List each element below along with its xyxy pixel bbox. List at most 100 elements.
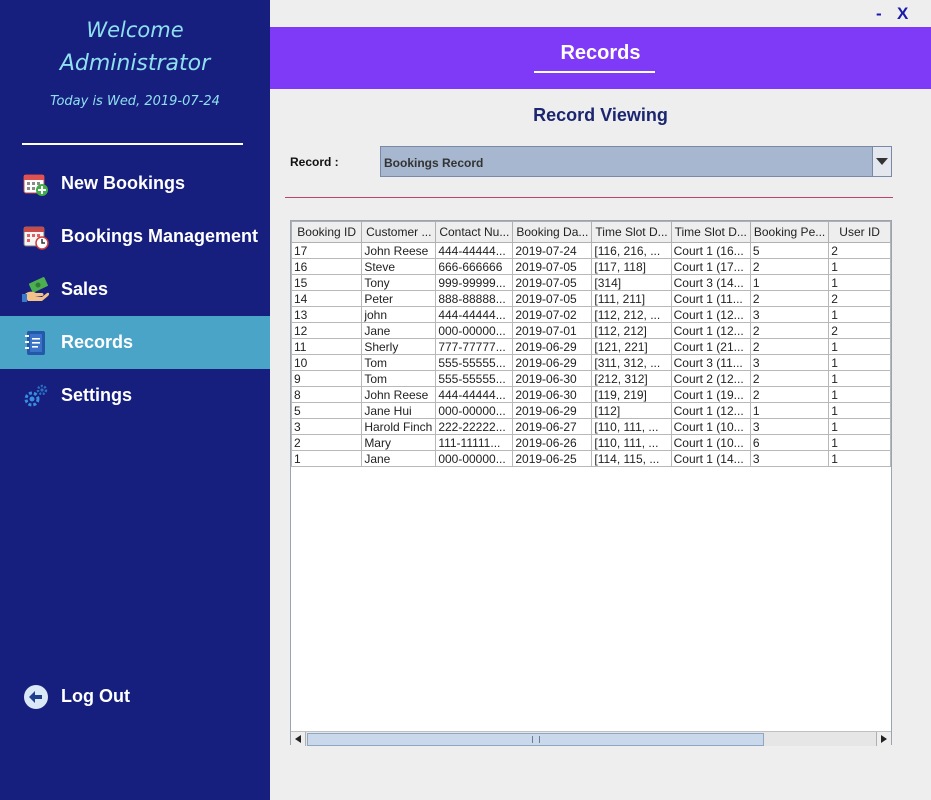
sidebar-item-records[interactable]: Records xyxy=(0,316,270,369)
table-cell: 444-44444... xyxy=(435,242,514,259)
sidebar-item-label: Settings xyxy=(61,385,133,405)
table-cell: 444-44444... xyxy=(435,386,514,403)
column-header[interactable]: Booking Da... xyxy=(512,221,593,243)
record-select[interactable]: Bookings Record xyxy=(380,146,892,177)
table-cell: Court 1 (19... xyxy=(670,386,751,403)
table-cell: 222-22222... xyxy=(435,418,514,435)
column-header[interactable]: Customer ... xyxy=(361,221,437,243)
table-cell: 1 xyxy=(828,450,891,467)
sidebar-item-settings[interactable]: Settings xyxy=(0,369,270,422)
table-cell: Harold Finch xyxy=(361,418,437,435)
column-header[interactable]: Time Slot D... xyxy=(591,221,672,243)
calendar-add-icon xyxy=(22,170,50,198)
column-header[interactable]: Booking Pe... xyxy=(749,221,830,243)
table-cell: [112, 212, ... xyxy=(591,306,672,323)
sidebar-item-new-bookings[interactable]: New Bookings xyxy=(0,157,270,210)
gears-icon xyxy=(22,382,50,410)
table-cell: 2019-06-29 xyxy=(512,338,593,355)
table-cell: 1 xyxy=(749,402,830,419)
scrollbar-grip xyxy=(532,736,540,743)
column-header[interactable]: Contact Nu... xyxy=(435,221,514,243)
table-row[interactable]: 1 Jane 000-00000... 2019-06-25 [114, 115, ..… xyxy=(291,450,891,467)
page-title: Records xyxy=(560,42,641,64)
table-cell: 3 xyxy=(749,354,830,371)
table-cell: Steve xyxy=(361,258,437,275)
horizontal-scrollbar[interactable] xyxy=(291,731,891,746)
table-cell: 2 xyxy=(749,386,830,403)
table-cell: 2019-06-25 xyxy=(512,450,593,467)
minimize-button[interactable]: - xyxy=(876,4,882,24)
table-cell: [112, 212] xyxy=(591,322,672,339)
table-cell: Jane xyxy=(361,450,437,467)
chevron-down-icon[interactable] xyxy=(872,147,891,176)
table-cell: Mary xyxy=(361,434,437,451)
table-cell: 8 xyxy=(291,386,363,403)
records-table[interactable]: Booking ID Customer ... Contact Nu... Booki… xyxy=(290,220,892,745)
table-cell: 2 xyxy=(749,338,830,355)
table-cell: 3 xyxy=(749,418,830,435)
window-title-bar xyxy=(270,0,931,27)
date-text: Today is Wed, 2019-07-24 xyxy=(50,94,220,109)
table-cell: [117, 118] xyxy=(591,258,672,275)
table-cell: 1 xyxy=(828,258,891,275)
table-row[interactable]: 12 Jane 000-00000... 2019-07-01 [112, 212] Co… xyxy=(291,322,891,339)
table-cell: 1 xyxy=(828,434,891,451)
column-header[interactable]: Time Slot D... xyxy=(670,221,751,243)
table-cell: 1 xyxy=(828,274,891,291)
table-row[interactable]: 2 Mary 111-11111... 2019-06-26 [110, 111, ..… xyxy=(291,434,891,451)
table-cell: Court 3 (14... xyxy=(670,274,751,291)
table-cell: Jane Hui xyxy=(361,402,437,419)
table-cell: 1 xyxy=(828,402,891,419)
table-row[interactable]: 9 Tom 555-55555... 2019-06-30 [212, 312] Cour… xyxy=(291,370,891,387)
table-cell: Court 1 (11... xyxy=(670,290,751,307)
table-cell: [110, 111, ... xyxy=(591,418,672,435)
table-cell: 2019-06-30 xyxy=(512,370,593,387)
table-cell: [121, 221] xyxy=(591,338,672,355)
scrollbar-thumb[interactable] xyxy=(307,733,764,746)
table-row[interactable]: 10 Tom 555-55555... 2019-06-29 [311, 312, ..… xyxy=(291,354,891,371)
table-cell: 666-666666 xyxy=(435,258,514,275)
table-cell: 3 xyxy=(749,306,830,323)
table-cell: Court 1 (17... xyxy=(670,258,751,275)
sidebar-item-bookings-management[interactable]: Bookings Management xyxy=(0,210,270,263)
sidebar-item-label: Records xyxy=(61,332,134,352)
welcome-text: Welcome xyxy=(86,18,184,42)
sidebar-item-sales[interactable]: Sales xyxy=(0,263,270,316)
table-cell: Peter xyxy=(361,290,437,307)
section-divider xyxy=(285,197,893,198)
column-header[interactable]: Booking ID xyxy=(291,221,363,243)
table-cell: Court 2 (12... xyxy=(670,370,751,387)
table-cell: Court 1 (16... xyxy=(670,242,751,259)
table-row[interactable]: 11 Sherly 777-77777... 2019-06-29 [121, 221]… xyxy=(291,338,891,355)
logout-button[interactable]: Log Out xyxy=(0,670,270,723)
table-row[interactable]: 13 john 444-44444... 2019-07-02 [112, 212, .… xyxy=(291,306,891,323)
table-row[interactable]: 14 Peter 888-88888... 2019-07-05 [111, 211] C… xyxy=(291,290,891,307)
table-row[interactable]: 5 Jane Hui 000-00000... 2019-06-29 [112] Cour… xyxy=(291,402,891,419)
table-cell: 2 xyxy=(828,322,891,339)
user-role-text: Administrator xyxy=(59,51,211,76)
table-cell: 444-44444... xyxy=(435,306,514,323)
column-header[interactable]: User ID xyxy=(828,221,891,243)
scroll-right-arrow-icon[interactable] xyxy=(876,732,891,746)
close-button[interactable]: X xyxy=(897,4,908,24)
table-cell: 2 xyxy=(749,290,830,307)
table-cell: [311, 312, ... xyxy=(591,354,672,371)
sidebar-item-label: Bookings Management xyxy=(61,226,259,246)
table-cell: [119, 219] xyxy=(591,386,672,403)
table-row[interactable]: 16 Steve 666-666666 2019-07-05 [117, 118] Cou… xyxy=(291,258,891,275)
table-cell: 2019-07-01 xyxy=(512,322,593,339)
table-cell: 000-00000... xyxy=(435,402,514,419)
table-cell: [114, 115, ... xyxy=(591,450,672,467)
table-cell: Court 1 (12... xyxy=(670,322,751,339)
table-row[interactable]: 3 Harold Finch 222-22222... 2019-06-27 [110,… xyxy=(291,418,891,435)
table-row[interactable]: 15 Tony 999-99999... 2019-07-05 [314] Court 3… xyxy=(291,274,891,291)
table-row[interactable]: 17 John Reese 444-44444... 2019-07-24 [116, … xyxy=(291,242,891,259)
table-cell: 6 xyxy=(749,434,830,451)
calendar-clock-icon xyxy=(22,223,50,251)
table-cell: [314] xyxy=(591,274,672,291)
sidebar-item-label: Sales xyxy=(61,279,109,299)
table-cell: 12 xyxy=(291,322,363,339)
scroll-left-arrow-icon[interactable] xyxy=(291,732,306,746)
table-row[interactable]: 8 John Reese 444-44444... 2019-06-30 [119, 2… xyxy=(291,386,891,403)
table-cell: 1 xyxy=(828,354,891,371)
